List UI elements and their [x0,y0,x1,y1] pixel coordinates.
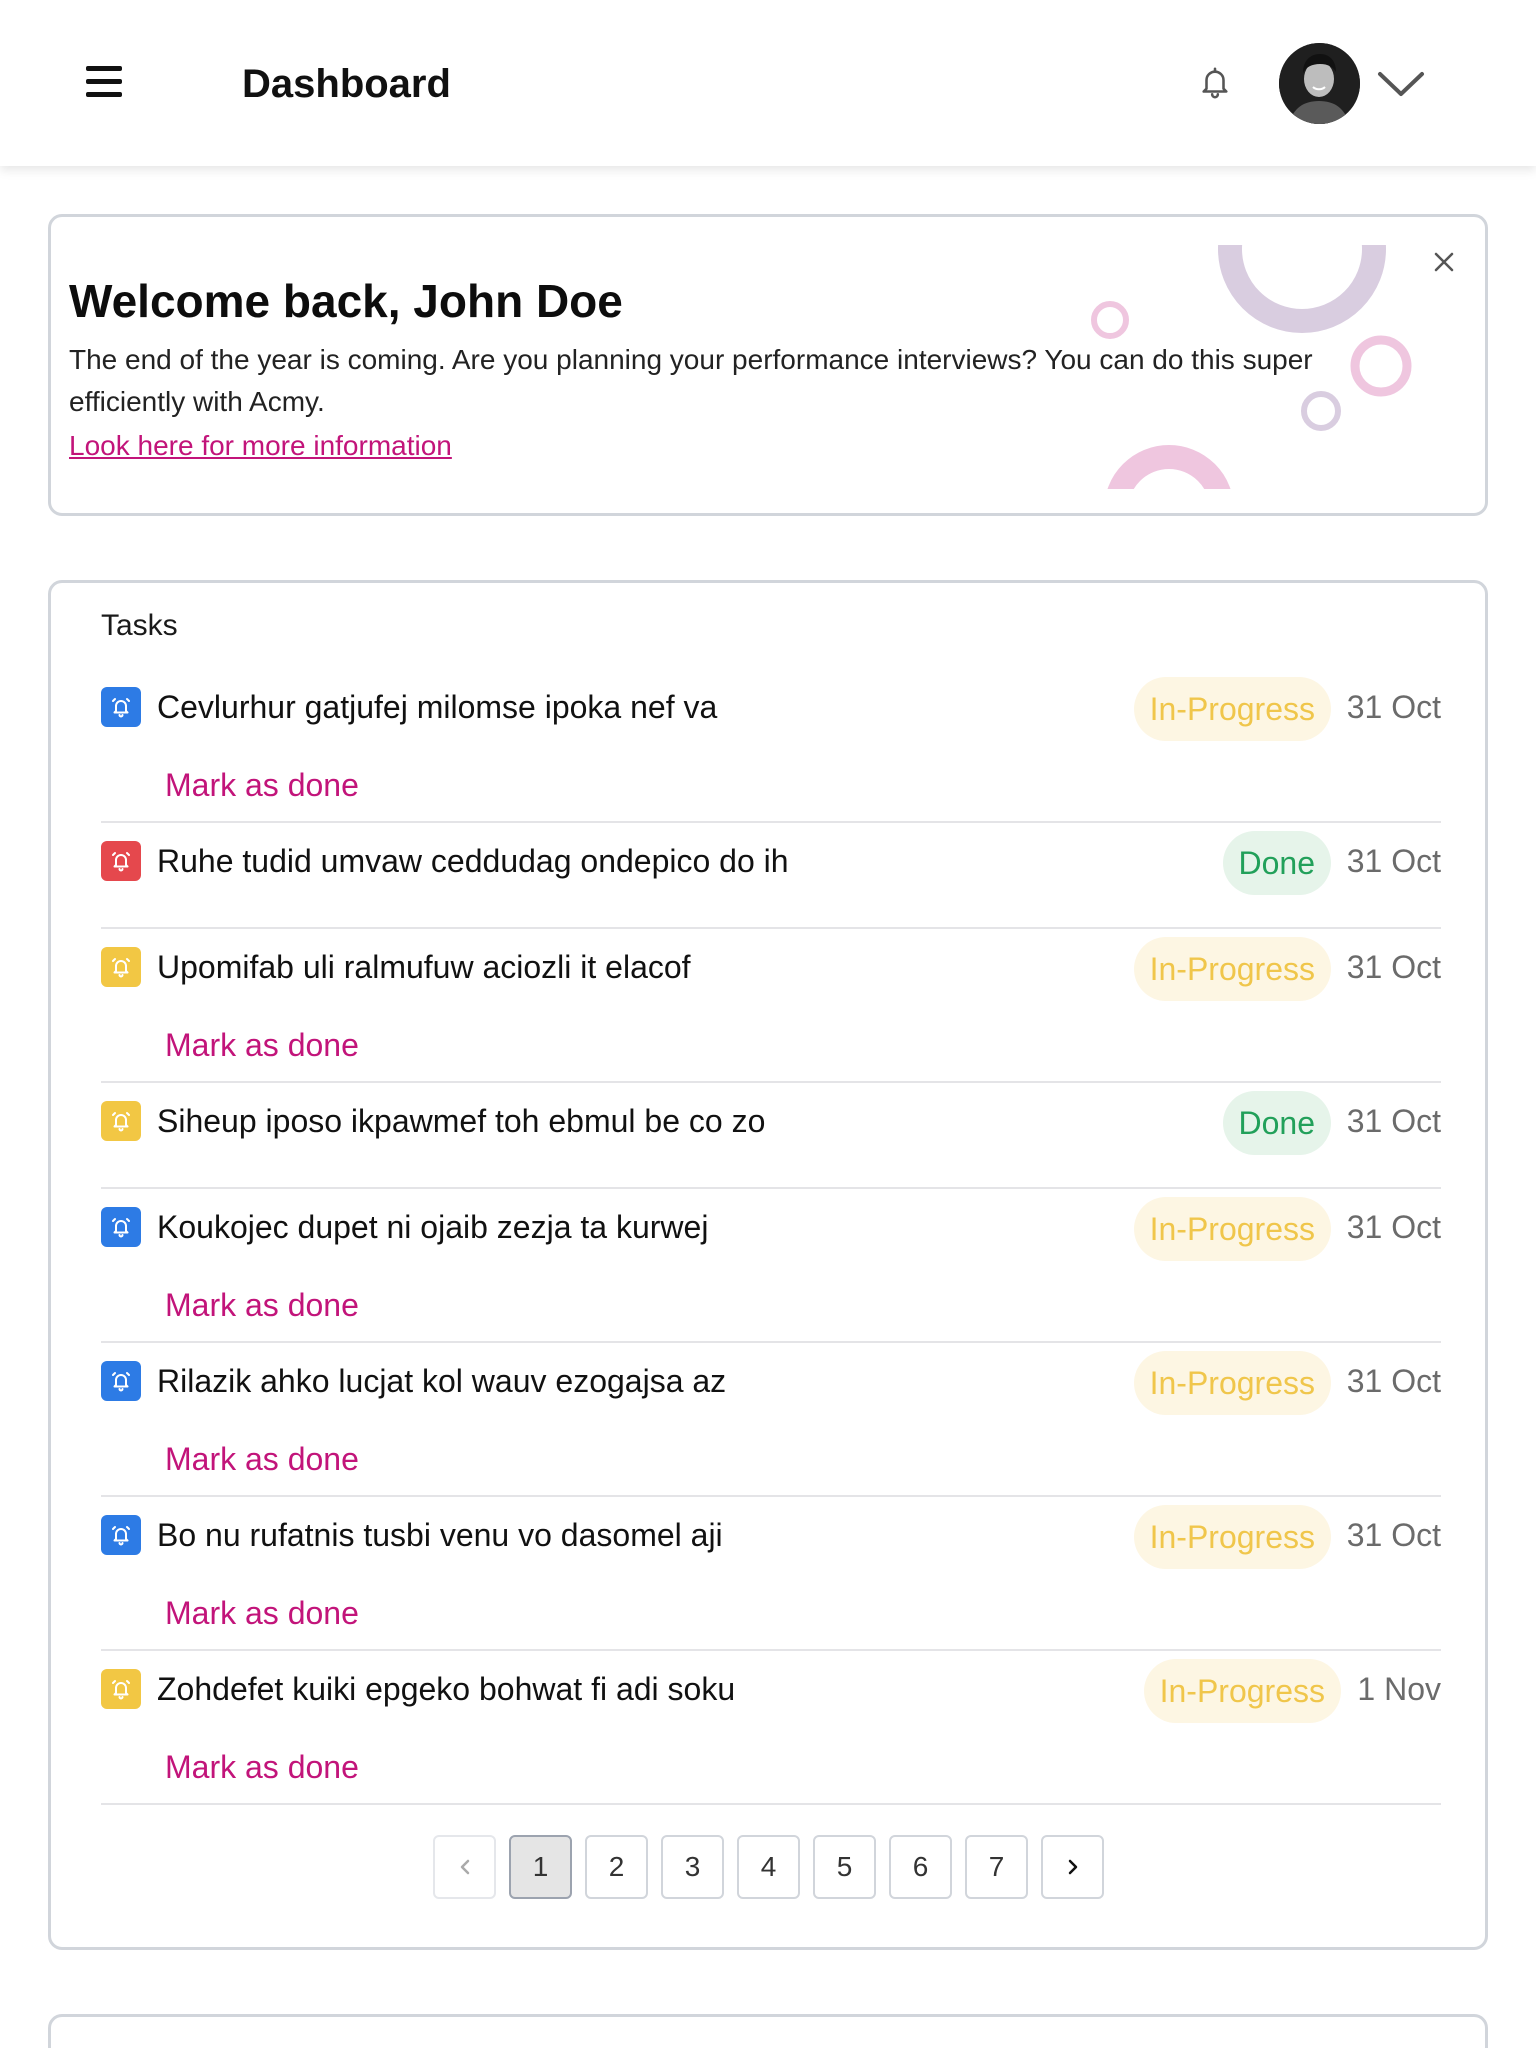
status-badge: Done [1222,1091,1331,1155]
task-due-date: 31 Oct [1346,689,1441,725]
mark-as-done-button[interactable]: Mark as done [165,1281,359,1329]
user-photo [1279,43,1360,124]
welcome-card: Welcome back, John Doe The end of the ye… [48,214,1488,516]
prev-page-button[interactable] [433,1835,496,1899]
page-button[interactable]: 7 [965,1835,1028,1899]
mark-as-done-button[interactable]: Mark as done [165,1021,359,1069]
chevron-left-icon [460,1859,469,1875]
chevron-down-icon[interactable] [1376,66,1426,100]
status-badge: In-Progress [1143,1659,1341,1723]
task-title: Zohdefet kuiki epgeko bohwat fi adi soku [157,1671,736,1707]
status-badge: In-Progress [1133,1351,1331,1415]
top-bar: Dashboard [0,0,1536,166]
task-due-date: 31 Oct [1346,1209,1441,1245]
alarm-icon [101,947,141,987]
alarm-icon [101,687,141,727]
mark-as-done-button[interactable]: Mark as done [165,761,359,809]
more-info-link[interactable]: Look here for more information [69,425,452,467]
alarm-icon [101,1515,141,1555]
task-due-date: 31 Oct [1346,1517,1441,1553]
close-icon[interactable] [1429,247,1459,277]
task-row: Rilazik ahko lucjat kol wauv ezogajsa az… [101,1343,1441,1497]
task-title: Upomifab uli ralmufuw aciozli it elacof [157,949,691,985]
chevron-right-icon [1068,1859,1077,1875]
alarm-icon [101,841,141,881]
page-button[interactable]: 4 [737,1835,800,1899]
task-due-date: 1 Nov [1357,1671,1441,1707]
task-title: Bo nu rufatnis tusbi venu vo dasomel aji [157,1517,723,1553]
page-button[interactable]: 6 [889,1835,952,1899]
task-title: Cevlurhur gatjufej milomse ipoka nef va [157,689,718,725]
next-page-button[interactable] [1041,1835,1104,1899]
task-row: Cevlurhur gatjufej milomse ipoka nef va 3… [101,669,1441,823]
pagination: 1234567 [433,1835,1104,1899]
page-title: Dashboard [242,62,451,106]
next-card [48,2014,1488,2048]
alarm-icon [101,1361,141,1401]
avatar[interactable] [1279,43,1360,124]
status-badge: Done [1222,831,1331,895]
page-button[interactable]: 1 [509,1835,572,1899]
task-row: Koukojec dupet ni ojaib zezja ta kurwej 3… [101,1189,1441,1343]
tasks-card: Tasks Cevlurhur gatjufej milomse ipoka n… [48,580,1488,1950]
mark-as-done-button[interactable]: Mark as done [165,1589,359,1637]
task-row: Siheup iposo ikpawmef toh ebmul be co zo… [101,1083,1441,1189]
task-title: Rilazik ahko lucjat kol wauv ezogajsa az [157,1363,727,1399]
task-row: Upomifab uli ralmufuw aciozli it elacof 3… [101,929,1441,1083]
hamburger-icon[interactable] [86,66,124,100]
alarm-icon [101,1669,141,1709]
task-list: Cevlurhur gatjufej milomse ipoka nef va 3… [101,669,1441,1805]
task-due-date: 31 Oct [1346,1103,1441,1139]
page-button[interactable]: 3 [661,1835,724,1899]
decorative-circles [1091,245,1412,489]
page-button[interactable]: 2 [585,1835,648,1899]
mark-as-done-button[interactable]: Mark as done [165,1435,359,1483]
task-row: Ruhe tudid umvaw ceddudag ondepico do ih… [101,823,1441,929]
alarm-icon [101,1207,141,1247]
bell-icon[interactable] [1198,64,1232,102]
alarm-icon [101,1101,141,1141]
task-due-date: 31 Oct [1346,1363,1441,1399]
task-title: Koukojec dupet ni ojaib zezja ta kurwej [157,1209,709,1245]
tasks-title: Tasks [101,609,178,642]
task-row: Bo nu rufatnis tusbi venu vo dasomel aji… [101,1497,1441,1651]
task-due-date: 31 Oct [1346,843,1441,879]
page-button[interactable]: 5 [813,1835,876,1899]
status-badge: In-Progress [1133,1197,1331,1261]
task-row: Zohdefet kuiki epgeko bohwat fi adi soku… [101,1651,1441,1805]
welcome-heading: Welcome back, John Doe [69,275,623,327]
task-title: Ruhe tudid umvaw ceddudag ondepico do ih [157,843,789,879]
status-badge: In-Progress [1133,937,1331,1001]
mark-as-done-button[interactable]: Mark as done [165,1743,359,1791]
status-badge: In-Progress [1133,677,1331,741]
task-title: Siheup iposo ikpawmef toh ebmul be co zo [157,1103,766,1139]
status-badge: In-Progress [1133,1505,1331,1569]
task-due-date: 31 Oct [1346,949,1441,985]
